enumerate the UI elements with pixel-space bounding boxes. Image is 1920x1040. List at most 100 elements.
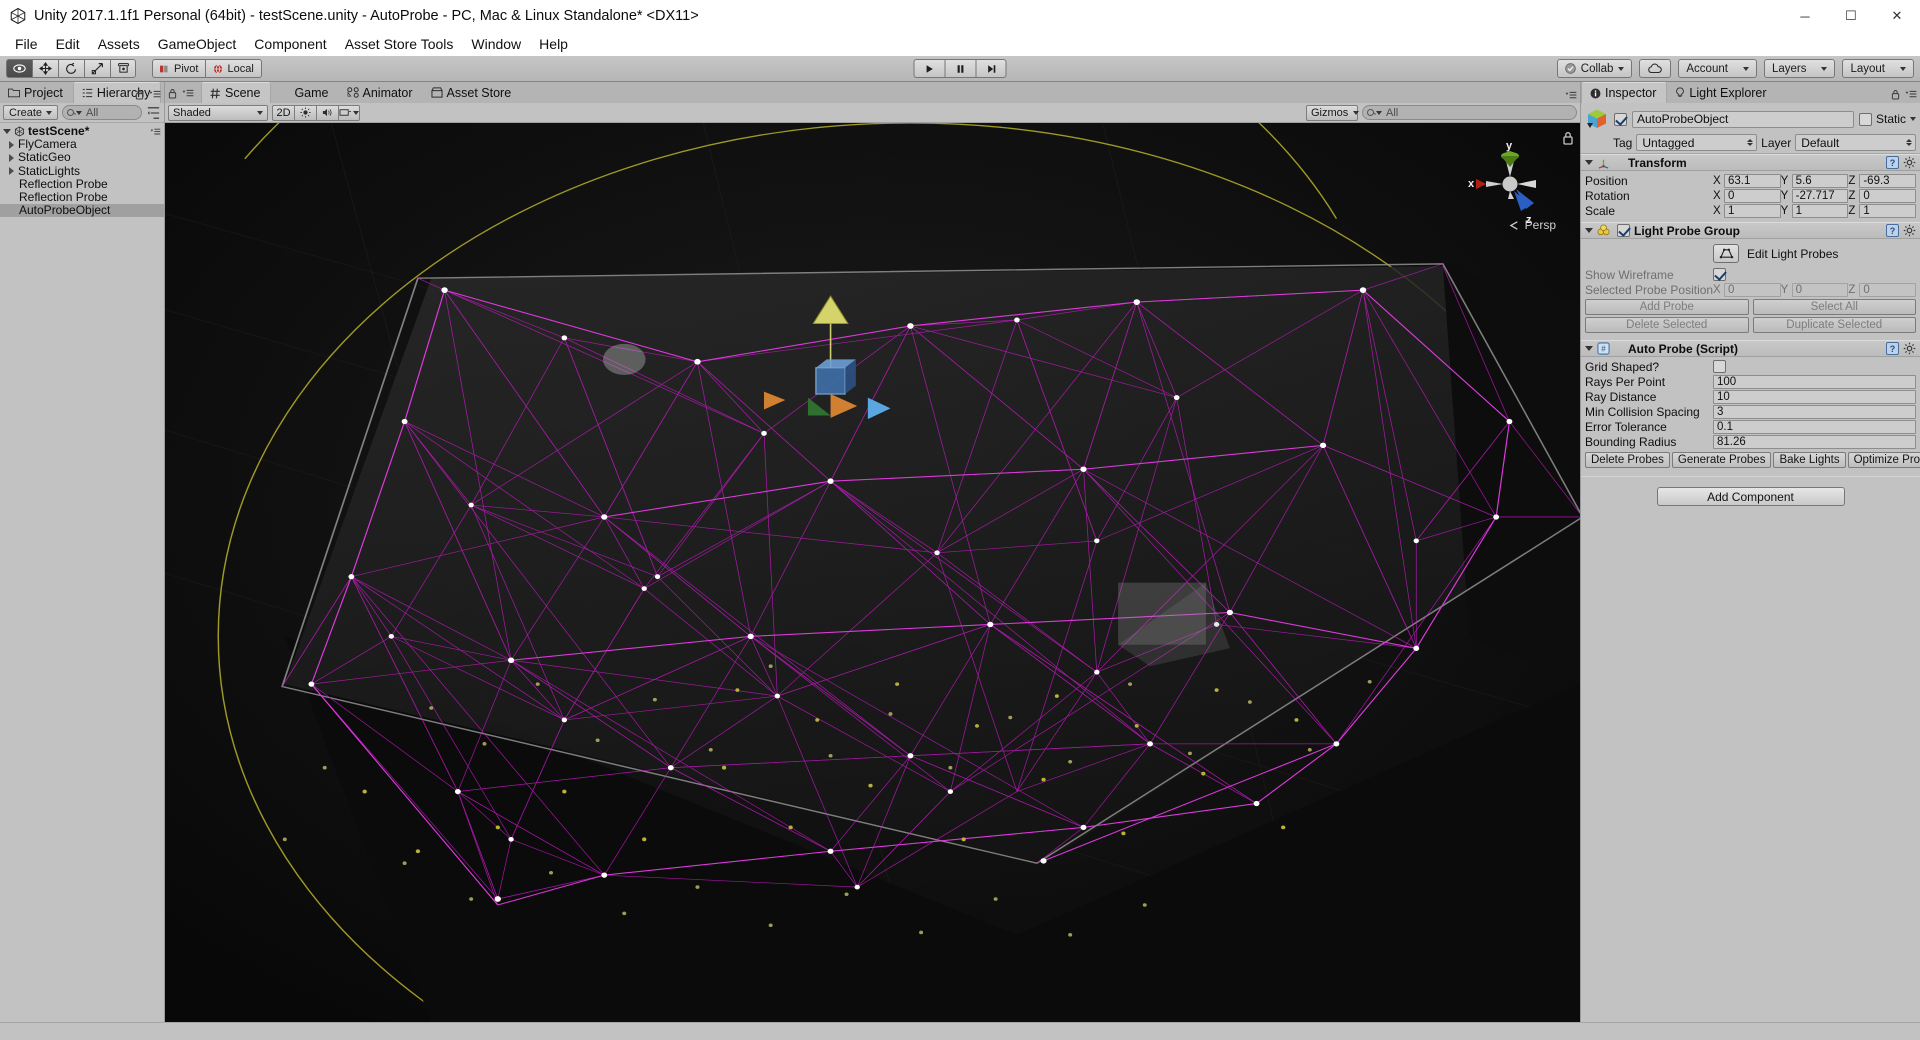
gizmos-dropdown[interactable]: Gizmos (1306, 105, 1358, 121)
panel-menu-icon[interactable] (149, 90, 161, 99)
shading-mode-dropdown[interactable]: Shaded (168, 105, 268, 121)
selected-probe-z-input[interactable]: 0 (1859, 283, 1916, 297)
sort-icon[interactable] (146, 106, 161, 120)
auto-probe-header[interactable]: # Auto Probe (Script) ? (1581, 340, 1920, 357)
delete-probes-button[interactable]: Delete Probes (1585, 452, 1670, 468)
menu-help[interactable]: Help (530, 34, 577, 54)
bounding-radius-input[interactable]: 81.26 (1713, 435, 1916, 449)
tab-animator[interactable]: Animator (339, 82, 423, 103)
foldout-icon[interactable] (1585, 160, 1593, 165)
transform-component-header[interactable]: Transform ? (1581, 154, 1920, 171)
add-probe-button[interactable]: Add Probe (1585, 299, 1749, 315)
help-icon[interactable]: ? (1886, 156, 1899, 169)
panel-menu-icon[interactable] (1565, 91, 1577, 100)
scene-search-input[interactable]: All (1362, 105, 1577, 120)
rotation-x-input[interactable]: 0 (1724, 189, 1781, 203)
menu-file[interactable]: File (6, 34, 47, 54)
error-tolerance-input[interactable]: 0.1 (1713, 420, 1916, 434)
rect-tool-button[interactable] (110, 59, 136, 78)
menu-window[interactable]: Window (462, 34, 530, 54)
min-collision-spacing-input[interactable]: 3 (1713, 405, 1916, 419)
chevron-down-icon[interactable] (3, 129, 11, 134)
tab-game[interactable]: Game (271, 82, 338, 103)
gear-icon[interactable] (1903, 224, 1916, 237)
gameobject-name-input[interactable]: AutoProbeObject (1632, 111, 1854, 128)
selected-probe-y-input[interactable]: 0 (1792, 283, 1849, 297)
cloud-button[interactable] (1639, 59, 1671, 78)
menu-gameobject[interactable]: GameObject (149, 34, 246, 54)
rays-per-point-input[interactable]: 100 (1713, 375, 1916, 389)
tab-asset-store[interactable]: Asset Store (423, 82, 522, 103)
chevron-right-icon[interactable] (9, 154, 14, 162)
tab-inspector[interactable]: Inspector (1581, 82, 1667, 103)
help-icon[interactable]: ? (1886, 224, 1899, 237)
rotate-tool-button[interactable] (58, 59, 84, 78)
tab-light-explorer[interactable]: Light Explorer (1667, 82, 1776, 103)
selected-probe-x-input[interactable]: 0 (1724, 283, 1781, 297)
scale-tool-button[interactable] (84, 59, 110, 78)
maximize-button[interactable]: ☐ (1828, 0, 1874, 32)
menu-edit[interactable]: Edit (47, 34, 89, 54)
gear-icon[interactable] (1903, 156, 1916, 169)
light-probe-group-enabled-checkbox[interactable] (1617, 224, 1630, 237)
position-y-input[interactable]: 5.6 (1792, 174, 1849, 188)
position-x-input[interactable]: 63.1 (1724, 174, 1781, 188)
pause-button[interactable] (945, 59, 976, 78)
play-button[interactable] (914, 59, 945, 78)
foldout-icon[interactable] (1585, 346, 1593, 351)
chevron-down-icon[interactable] (1910, 117, 1916, 121)
hierarchy-item-staticgeo[interactable]: StaticGeo (0, 151, 164, 164)
scene-viewport[interactable]: y x z (165, 123, 1580, 1022)
chevron-right-icon[interactable] (9, 141, 14, 149)
scene-axis-gizmo[interactable]: y x z (1464, 137, 1556, 229)
menu-component[interactable]: Component (245, 34, 335, 54)
tag-dropdown[interactable]: Untagged (1636, 134, 1757, 151)
panel-menu-icon[interactable] (1905, 90, 1917, 99)
step-button[interactable] (976, 59, 1007, 78)
minimize-button[interactable]: ─ (1782, 0, 1828, 32)
hierarchy-item-staticlights[interactable]: StaticLights (0, 165, 164, 178)
close-button[interactable]: ✕ (1874, 0, 1920, 32)
grid-shaped-checkbox[interactable] (1713, 360, 1726, 373)
scene-projection-mode[interactable]: Persp (1509, 218, 1556, 232)
hierarchy-item-reflection-probe-1[interactable]: Reflection Probe (0, 178, 164, 191)
lock-icon[interactable] (168, 88, 177, 99)
layers-button[interactable]: Layers (1764, 59, 1836, 78)
scene-lighting-button[interactable] (294, 105, 316, 121)
tab-scene[interactable]: Scene (201, 82, 271, 103)
hierarchy-item-flycamera[interactable]: FlyCamera (0, 138, 164, 151)
scene-menu-icon[interactable] (150, 128, 161, 136)
rotation-z-input[interactable]: 0 (1859, 189, 1916, 203)
layer-dropdown[interactable]: Default (1795, 134, 1916, 151)
show-wireframe-checkbox[interactable] (1713, 268, 1726, 281)
hierarchy-scene-row[interactable]: testScene* (0, 125, 164, 138)
scene-lock-icon[interactable] (1562, 131, 1574, 145)
layout-button[interactable]: Layout (1842, 59, 1914, 78)
position-z-input[interactable]: -69.3 (1859, 174, 1916, 188)
foldout-icon[interactable] (1585, 228, 1593, 233)
bake-lights-button[interactable]: Bake Lights (1773, 452, 1845, 468)
edit-light-probes-button[interactable] (1713, 244, 1739, 263)
scale-z-input[interactable]: 1 (1859, 204, 1916, 218)
lock-icon[interactable] (135, 89, 144, 100)
collab-button[interactable]: Collab (1557, 59, 1633, 78)
gear-icon[interactable] (1903, 342, 1916, 355)
account-button[interactable]: Account (1678, 59, 1757, 78)
hierarchy-search-input[interactable]: All (62, 105, 142, 120)
duplicate-selected-button[interactable]: Duplicate Selected (1753, 317, 1917, 333)
two-d-toggle-button[interactable]: 2D (272, 105, 294, 121)
hand-tool-button[interactable] (6, 59, 32, 78)
move-tool-button[interactable] (32, 59, 58, 78)
scene-fx-button[interactable] (338, 105, 360, 121)
menu-assets[interactable]: Assets (89, 34, 149, 54)
generate-probes-button[interactable]: Generate Probes (1672, 452, 1772, 468)
delete-selected-button[interactable]: Delete Selected (1585, 317, 1749, 333)
help-icon[interactable]: ? (1886, 342, 1899, 355)
rotation-y-input[interactable]: -27.717 (1792, 189, 1849, 203)
local-toggle-button[interactable]: Local (205, 59, 261, 78)
gameobject-enabled-checkbox[interactable] (1614, 113, 1627, 126)
pivot-toggle-button[interactable]: Pivot (152, 59, 205, 78)
chevron-right-icon[interactable] (9, 167, 14, 175)
hierarchy-item-autoprobeobject[interactable]: AutoProbeObject (0, 204, 164, 217)
tab-project[interactable]: Project (0, 82, 73, 103)
